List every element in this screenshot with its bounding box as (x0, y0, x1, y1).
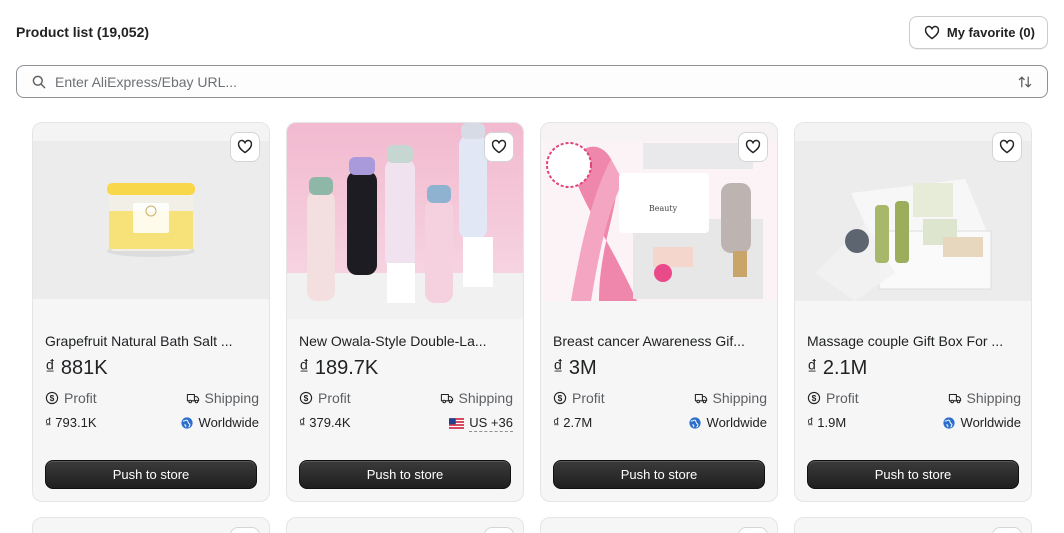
search-bar (16, 65, 1048, 98)
truck-icon (694, 393, 707, 404)
search-icon (32, 75, 46, 88)
dollar-circle-icon: $ (299, 391, 313, 405)
heart-icon (924, 25, 940, 39)
svg-text:$: $ (558, 393, 563, 403)
push-to-store-button[interactable]: Push to store (807, 460, 1019, 489)
push-to-store-button[interactable]: Push to store (45, 460, 257, 489)
svg-text:$: $ (50, 393, 55, 403)
globe-icon (688, 416, 701, 429)
page-header: Product list (19,052) My favorite (0) (16, 16, 1048, 50)
heart-icon (999, 139, 1015, 154)
product-name[interactable]: New Owala-Style Double-La... (299, 333, 513, 349)
product-card[interactable]: New Owala-Style Double-La... ₫ 189.7K $ … (286, 122, 524, 502)
shipping-value: Worldwide (180, 415, 259, 430)
truck-icon (440, 393, 453, 404)
profit-value: ₫ 793.1K (45, 415, 97, 430)
svg-text:$: $ (812, 393, 817, 403)
truck-icon (948, 393, 961, 404)
shipping-label: Shipping (694, 390, 767, 406)
heart-icon (745, 139, 761, 154)
favorite-toggle[interactable] (738, 527, 768, 533)
us-flag-icon (449, 418, 465, 429)
search-input[interactable] (55, 73, 1009, 90)
profit-value: ₫ 379.4K (299, 415, 351, 430)
svg-text:$: $ (304, 393, 309, 403)
product-name[interactable]: Breast cancer Awareness Gif... (553, 333, 767, 349)
shipping-label: Shipping (186, 390, 259, 406)
profit-value: ₫ 1.9M (807, 415, 847, 430)
favorite-toggle[interactable] (992, 132, 1022, 162)
meta-values: ₫ 379.4K US +36 (299, 415, 513, 433)
dollar-circle-icon: $ (553, 391, 567, 405)
meta-values: ₫ 2.7M Worldwide (553, 415, 767, 433)
heart-icon (237, 139, 253, 154)
profit-label: $ Profit (807, 390, 859, 406)
truck-icon (186, 393, 199, 404)
profit-value: ₫ 2.7M (553, 415, 593, 430)
dollar-circle-icon: $ (807, 391, 821, 405)
product-card[interactable]: Grapefruit Natural Bath Salt ... ₫ 881K … (32, 122, 270, 502)
sort-icon[interactable] (1017, 74, 1033, 90)
my-favorite-label: My favorite (0) (946, 25, 1035, 40)
product-price: ₫ 189.7K (299, 357, 379, 379)
favorite-toggle[interactable] (230, 132, 260, 162)
globe-icon (180, 416, 193, 429)
product-card-partial[interactable] (286, 517, 524, 533)
heart-icon (491, 139, 507, 154)
meta-labels: $ Profit Shipping (45, 390, 259, 408)
product-price: ₫ 2.1M (807, 357, 868, 379)
push-to-store-button[interactable]: Push to store (553, 460, 765, 489)
profit-label: $ Profit (553, 390, 605, 406)
profit-label: $ Profit (299, 390, 351, 406)
product-price: ₫ 881K (45, 357, 108, 379)
globe-icon (942, 416, 955, 429)
svg-text:Beauty: Beauty (649, 204, 678, 213)
product-card-partial[interactable] (540, 517, 778, 533)
page-title: Product list (19,052) (16, 24, 150, 40)
push-to-store-button[interactable]: Push to store (299, 460, 511, 489)
meta-values: ₫ 793.1K Worldwide (45, 415, 259, 433)
shipping-value: Worldwide (942, 415, 1021, 430)
dollar-circle-icon: $ (45, 391, 59, 405)
meta-values: ₫ 1.9M Worldwide (807, 415, 1021, 433)
product-card-partial[interactable] (32, 517, 270, 533)
meta-labels: $ Profit Shipping (553, 390, 767, 408)
shipping-value[interactable]: US +36 (449, 415, 513, 432)
product-name[interactable]: Grapefruit Natural Bath Salt ... (45, 333, 259, 349)
shipping-label: Shipping (948, 390, 1021, 406)
profit-label: $ Profit (45, 390, 97, 406)
product-card-partial[interactable] (794, 517, 1032, 533)
my-favorite-button[interactable]: My favorite (0) (908, 16, 1048, 49)
favorite-toggle[interactable] (738, 132, 768, 162)
favorite-toggle[interactable] (484, 527, 514, 533)
meta-labels: $ Profit Shipping (807, 390, 1021, 408)
favorite-toggle[interactable] (230, 527, 260, 533)
favorite-toggle[interactable] (992, 527, 1022, 533)
product-card[interactable]: Beauty Breast cancer Awareness Gif... ₫ … (540, 122, 778, 502)
shipping-value: Worldwide (688, 415, 767, 430)
favorite-toggle[interactable] (484, 132, 514, 162)
shipping-label: Shipping (440, 390, 513, 406)
product-card[interactable]: Massage couple Gift Box For ... ₫ 2.1M $… (794, 122, 1032, 502)
product-price: ₫ 3M (553, 357, 597, 379)
meta-labels: $ Profit Shipping (299, 390, 513, 408)
product-name[interactable]: Massage couple Gift Box For ... (807, 333, 1021, 349)
